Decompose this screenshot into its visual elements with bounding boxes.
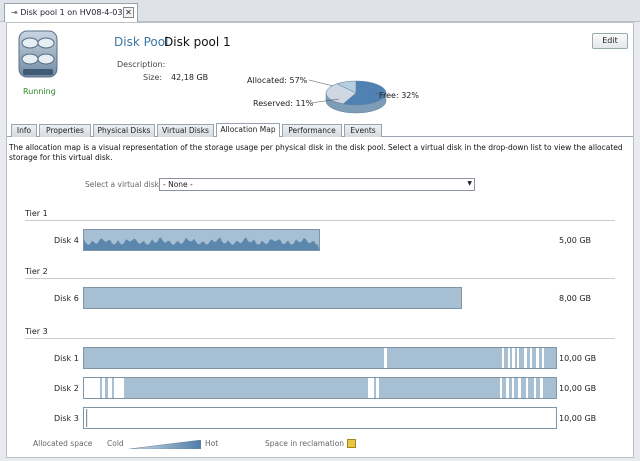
close-icon[interactable]: ✕ xyxy=(123,7,134,18)
usage-pie-chart: Allocated: 57% Reserved: 11% Free: 32% xyxy=(245,73,445,121)
tab-allocation-map[interactable]: Allocation Map xyxy=(216,123,280,137)
free-gap xyxy=(536,348,539,368)
chevron-down-icon[interactable]: ▼ xyxy=(467,180,472,187)
free-gap xyxy=(530,348,532,368)
disk-allocation-fill xyxy=(84,378,556,398)
disk-size: 10,00 GB xyxy=(559,414,597,423)
disk-label: Disk 4 xyxy=(54,236,79,245)
cold-region xyxy=(84,378,556,398)
free-gap xyxy=(524,348,527,368)
description-label: Description: xyxy=(117,60,166,69)
virtual-disk-select-value: - None - xyxy=(163,180,193,189)
disk-allocation-bar[interactable] xyxy=(83,347,557,369)
pool-header: Running Disk Pool Disk pool 1 Edit Descr… xyxy=(7,23,633,123)
tier-divider xyxy=(25,278,615,279)
free-gap xyxy=(384,348,387,368)
free-gap xyxy=(512,348,515,368)
tab-virtual-disks[interactable]: Virtual Disks xyxy=(157,124,214,137)
document-tabstrip: ⇥ Disk pool 1 on HV08-4-03 ✕ xyxy=(0,0,640,22)
free-gap xyxy=(512,378,514,398)
free-gap xyxy=(542,348,544,368)
free-gap xyxy=(368,378,374,398)
tier-heading: Tier 1 xyxy=(25,209,48,218)
disk-pool-icon xyxy=(18,30,58,78)
free-label: Free: 32% xyxy=(379,91,419,100)
allocated-label: Allocated: 57% xyxy=(247,76,308,85)
allocated-sliver xyxy=(86,409,88,427)
edit-button[interactable]: Edit xyxy=(592,33,628,49)
reserved-label: Reserved: 11% xyxy=(253,99,314,108)
cold-region xyxy=(84,348,556,368)
disk-allocation-bar[interactable] xyxy=(83,407,557,429)
cold-region xyxy=(84,288,461,308)
free-gap xyxy=(517,348,519,368)
tab-bar: Info Properties Physical Disks Virtual Disk… xyxy=(7,123,633,137)
tier-divider xyxy=(25,220,615,221)
size-label: Size: xyxy=(143,73,163,82)
free-gap xyxy=(506,378,509,398)
tab-events[interactable]: Events xyxy=(344,124,382,137)
disk-allocation-fill xyxy=(86,409,88,427)
free-gap xyxy=(518,378,521,398)
legend: Allocated space Cold Hot Space in reclam… xyxy=(33,439,633,451)
free-gap xyxy=(502,348,504,368)
tier-heading: Tier 3 xyxy=(25,327,48,336)
free-gap xyxy=(102,378,105,398)
legend-allocated: Allocated space xyxy=(33,439,93,448)
legend-reclamation: Space in reclamation xyxy=(265,439,345,448)
disk-allocation-bar[interactable] xyxy=(83,287,462,309)
disk-allocation-fill xyxy=(84,348,556,368)
free-gap xyxy=(508,348,510,368)
pool-status: Running xyxy=(23,87,56,96)
document-tab-title: Disk pool 1 on HV08-4-03 xyxy=(20,8,123,17)
disk-label: Disk 6 xyxy=(54,294,79,303)
free-gap xyxy=(500,378,502,398)
free-gap xyxy=(526,378,528,398)
tab-performance[interactable]: Performance xyxy=(282,124,342,137)
disk-allocation-bar[interactable] xyxy=(83,377,557,399)
disk-size: 8,00 GB xyxy=(559,294,592,303)
free-gap xyxy=(534,378,536,398)
legend-hot: Hot xyxy=(205,439,219,448)
tab-physical-disks[interactable]: Physical Disks xyxy=(93,124,155,137)
tab-properties[interactable]: Properties xyxy=(39,124,91,137)
disk-allocation-bar[interactable] xyxy=(83,229,320,251)
pie-leader-line xyxy=(308,79,334,87)
page-title: Disk pool 1 xyxy=(164,35,231,49)
free-gap xyxy=(376,378,379,398)
allocation-map-intro: The allocation map is a visual represent… xyxy=(9,143,623,162)
disk-label: Disk 3 xyxy=(54,414,79,423)
pool-tab-icon: ⇥ xyxy=(11,8,18,17)
tier-heading: Tier 2 xyxy=(25,267,48,276)
disk-allocation-fill xyxy=(84,288,461,308)
content-pane: Running Disk Pool Disk pool 1 Edit Descr… xyxy=(6,22,634,458)
disk-allocation-fill xyxy=(84,230,319,250)
document-tab[interactable]: ⇥ Disk pool 1 on HV08-4-03 ✕ xyxy=(4,3,138,22)
free-gap xyxy=(114,378,124,398)
size-value: 42,18 GB xyxy=(171,73,209,82)
free-gap xyxy=(84,378,100,398)
cold-hot-gradient-icon xyxy=(129,440,201,449)
free-gap xyxy=(540,378,543,398)
disk-label: Disk 2 xyxy=(54,384,79,393)
title-key: Disk Pool xyxy=(114,35,169,49)
free-gap xyxy=(108,378,112,398)
legend-cold: Cold xyxy=(107,439,124,448)
disk-size: 10,00 GB xyxy=(559,384,597,393)
virtual-disk-select-label: Select a virtual disk: xyxy=(85,180,162,189)
disk-label: Disk 1 xyxy=(54,354,79,363)
virtual-disk-select[interactable]: - None - ▼ xyxy=(159,178,475,191)
tab-info[interactable]: Info xyxy=(11,124,37,137)
reclamation-swatch-icon xyxy=(347,439,356,448)
disk-size: 10,00 GB xyxy=(559,354,597,363)
tier-divider xyxy=(25,338,615,339)
disk-size: 5,00 GB xyxy=(559,236,592,245)
